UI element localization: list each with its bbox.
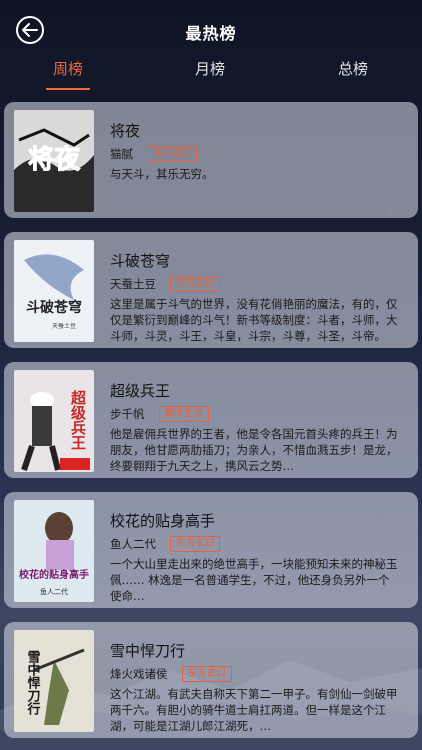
cover-title: 斗破苍穹 <box>26 299 82 316</box>
rank-tabs: 周榜 月榜 总榜 <box>0 58 422 94</box>
genre-tag: 东方玄幻 <box>181 666 232 682</box>
book-cover: 雪中悍刀行 <box>14 630 94 732</box>
cover-title: 将夜 <box>28 144 81 175</box>
book-description: 他是雇佣兵世界的王者，他是令各国元首头疼的兵王！为朋友，他甘愿两肋插刀；为亲人，… <box>110 427 398 473</box>
book-author: 天蚕土豆 <box>110 277 156 291</box>
book-author: 猫腻 <box>110 147 133 161</box>
tab-label: 周榜 <box>52 60 83 78</box>
book-description: 这个江湖。有武夫自称天下第二一甲子。有剑仙一剑破甲两千六。有胆小的骑牛道士肩扛两… <box>110 687 398 733</box>
tab-label: 月榜 <box>194 60 225 78</box>
book-title: 将夜 <box>110 122 141 140</box>
cover-title: 校花的贴身高手 <box>19 568 89 581</box>
cover-author: 天蚕土豆 <box>52 322 76 330</box>
active-tab-indicator <box>46 88 90 90</box>
cover-title: 雪中悍刀行 <box>25 649 42 716</box>
top-bar: 最热榜 <box>0 0 422 60</box>
cover-author: 鱼人二代 <box>40 587 68 596</box>
genre-tag: 东方玄幻 <box>147 146 198 162</box>
book-author: 烽火戏诸侯 <box>110 667 168 681</box>
book-card[interactable]: 将夜 将夜 猫腻 东方玄幻 与天斗，其乐无穷。 <box>4 102 418 218</box>
genre-tag: 东方玄幻 <box>170 276 221 292</box>
tab-total[interactable]: 总榜 <box>323 58 383 79</box>
book-description: 这里是属于斗气的世界，没有花俏艳丽的魔法，有的，仅仅是繁衍到巅峰的斗气！新书等级… <box>110 297 398 343</box>
book-title: 雪中悍刀行 <box>110 642 186 660</box>
page-title: 最热榜 <box>185 24 237 43</box>
book-card[interactable]: 雪中悍刀行 雪中悍刀行 烽火戏诸侯 东方玄幻 这个江湖。有武夫自称天下第二一甲子。… <box>4 622 418 738</box>
book-cover: 超级兵王 <box>14 370 94 472</box>
tab-weekly[interactable]: 周榜 <box>38 58 98 90</box>
cover-title: 超级兵王 <box>69 389 87 450</box>
genre-tag: 都市生活 <box>158 406 209 422</box>
book-description: 与天斗，其乐无穷。 <box>110 167 214 181</box>
book-author: 鱼人二代 <box>110 537 156 551</box>
tab-label: 总榜 <box>337 60 368 78</box>
book-author: 步千帆 <box>110 407 145 421</box>
book-card[interactable]: 校花的贴身高手 鱼人二代 校花的贴身高手 鱼人二代 东方玄幻 一个大山里走出来的绝… <box>4 492 418 608</box>
book-title: 超级兵王 <box>110 382 171 400</box>
book-card[interactable]: 超级兵王 超级兵王 步千帆 都市生活 他是雇佣兵世界的王者，他是令各国元首头疼的兵… <box>4 362 418 478</box>
book-description: 一个大山里走出来的绝世高手，一块能预知未来的神秘玉佩…… 林逸是一名普通学生，不… <box>110 557 398 603</box>
book-cover: 将夜 <box>14 110 94 212</box>
book-title: 校花的贴身高手 <box>110 512 216 530</box>
book-card[interactable]: 斗破苍穹 天蚕土豆 斗破苍穹 天蚕土豆 东方玄幻 这里是属于斗气的世界，没有花俏艳… <box>4 232 418 348</box>
book-cover: 校花的贴身高手 鱼人二代 <box>14 500 94 602</box>
tab-monthly[interactable]: 月榜 <box>180 58 240 79</box>
book-cover: 斗破苍穹 天蚕土豆 <box>14 240 94 342</box>
book-title: 斗破苍穹 <box>110 252 171 270</box>
genre-tag: 东方玄幻 <box>170 536 221 552</box>
